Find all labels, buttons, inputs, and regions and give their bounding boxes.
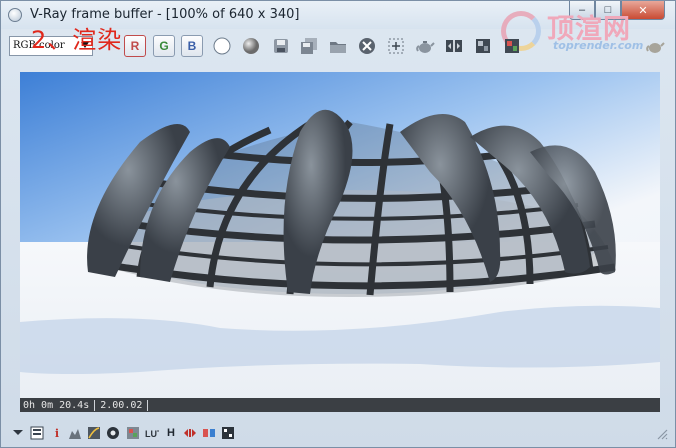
frame-stamp-icon[interactable] — [29, 425, 45, 441]
load-image-folder-icon[interactable] — [327, 35, 349, 57]
pixel-aspect-icon[interactable] — [182, 425, 198, 441]
teapot-corner-icon[interactable] — [644, 35, 666, 57]
info-icon[interactable]: i — [49, 425, 65, 441]
lens-effects-icon[interactable] — [501, 35, 523, 57]
exposure-icon[interactable] — [105, 425, 121, 441]
histogram-button[interactable]: H — [163, 425, 179, 441]
status-divider — [94, 399, 96, 411]
history-icon[interactable] — [472, 35, 494, 57]
monochrome-sphere-icon[interactable] — [240, 35, 262, 57]
lut-icon[interactable]: LUT — [144, 425, 160, 441]
status-divider — [147, 399, 149, 411]
render-status-bar: 0h 0m 20.4s 2.00.02 — [20, 398, 660, 412]
svg-text:LUT: LUT — [145, 429, 159, 439]
render-time: 0h 0m 20.4s — [23, 399, 90, 411]
blue-channel-button[interactable]: B — [181, 35, 203, 57]
stereo-icon[interactable] — [201, 425, 217, 441]
step-annotation: 2、渲染 — [31, 26, 123, 54]
expand-icon[interactable] — [10, 425, 26, 441]
vray-version: 2.00.02 — [100, 399, 143, 411]
alpha-white-circle-icon[interactable] — [211, 35, 233, 57]
save-image-icon[interactable] — [270, 35, 292, 57]
render-teapot-icon[interactable] — [414, 35, 436, 57]
save-all-icon[interactable] — [298, 35, 320, 57]
green-channel-button[interactable]: G — [153, 35, 175, 57]
ocio-icon[interactable] — [220, 425, 236, 441]
app-icon — [8, 8, 22, 22]
vray-frame-buffer-window: V-Ray frame buffer - [100% of 640 x 340]… — [0, 0, 676, 448]
red-channel-button[interactable]: R — [124, 35, 146, 57]
levels-icon[interactable] — [67, 425, 83, 441]
background-image-icon[interactable] — [125, 425, 141, 441]
rendered-image[interactable] — [20, 72, 660, 412]
bottom-toolbar: i LUT H — [1, 421, 675, 447]
region-render-icon[interactable] — [385, 35, 407, 57]
compare-ab-icon[interactable] — [443, 35, 465, 57]
color-curve-icon[interactable] — [86, 425, 102, 441]
clear-image-icon[interactable] — [356, 35, 378, 57]
resize-grip-icon[interactable] — [653, 425, 669, 441]
